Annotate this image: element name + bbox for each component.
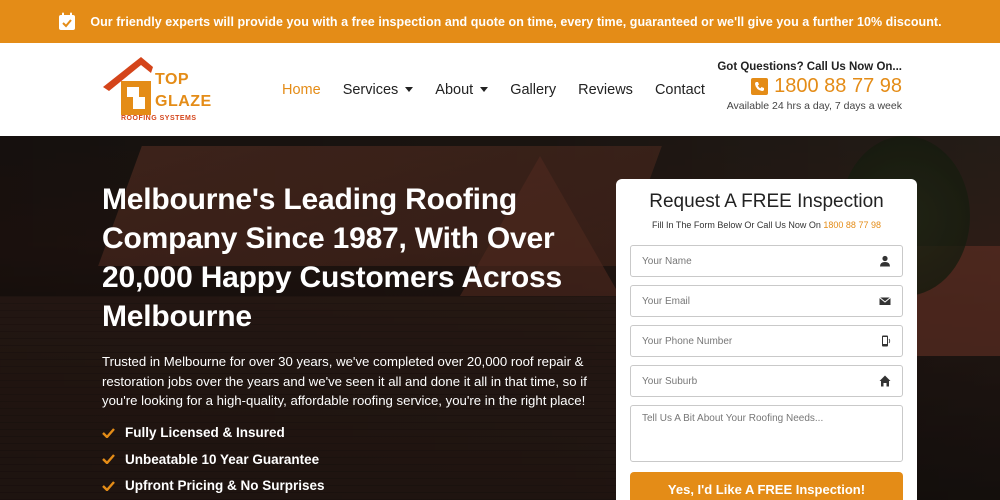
logo-text-glaze: GLAZE <box>155 93 212 110</box>
nav-label-about: About <box>435 81 474 98</box>
user-icon <box>880 255 890 267</box>
form-subtitle-phone[interactable]: 1800 88 77 98 <box>823 220 881 230</box>
phone-link[interactable]: 1800 88 77 98 <box>717 75 902 98</box>
check-icon <box>102 480 115 491</box>
announcement-text: Our friendly experts will provide you wi… <box>90 14 942 29</box>
name-field[interactable]: Your Name <box>630 245 903 277</box>
phone-field[interactable]: Your Phone Number <box>630 325 903 357</box>
inspection-request-form: Request A FREE Inspection Fill In The Fo… <box>616 179 917 500</box>
hero-content: Melbourne's Leading Roofing Company Sinc… <box>102 180 612 499</box>
check-item: Unbeatable 10 Year Guarantee <box>102 446 612 473</box>
nav-label-gallery: Gallery <box>510 81 557 98</box>
header-contact: Got Questions? Call Us Now On... 1800 88… <box>717 61 902 112</box>
availability-text: Available 24 hrs a day, 7 days a week <box>726 100 902 112</box>
check-item: Upfront Pricing & No Surprises <box>102 473 612 500</box>
nav-label-reviews: Reviews <box>578 81 633 98</box>
hero-title: Melbourne's Leading Roofing Company Sinc… <box>102 183 562 333</box>
form-subtitle-text: Fill In The Form Below Or Call Us Now On <box>652 220 821 230</box>
nav-label-contact: Contact <box>654 81 705 98</box>
phone-placeholder: Your Phone Number <box>642 335 733 347</box>
logo-text-top: TOP <box>155 71 190 88</box>
nav-item-gallery[interactable]: Gallery <box>510 82 556 98</box>
check-item: Fully Licensed & Insured <box>102 420 612 447</box>
email-placeholder: Your Email <box>642 295 690 307</box>
envelope-icon <box>879 297 891 305</box>
hero-paragraph: Trusted in Melbourne for over 30 years, … <box>102 354 587 408</box>
suburb-field[interactable]: Your Suburb <box>630 365 903 397</box>
chevron-down-icon <box>405 87 414 92</box>
check-label: Fully Licensed & Insured <box>125 425 285 441</box>
nav-label-home: Home <box>282 81 321 98</box>
top-announcement-bar: Our friendly experts will provide you wi… <box>0 0 1000 43</box>
top-glaze-logo[interactable]: TOP GLAZE ROOFING SYSTEMS <box>103 57 211 125</box>
check-label: Unbeatable 10 Year Guarantee <box>125 451 320 467</box>
phone-icon <box>751 78 769 95</box>
calendar-check-icon <box>58 12 76 31</box>
home-icon <box>879 375 891 387</box>
nav-item-services[interactable]: Services <box>343 82 414 98</box>
mobile-phone-icon <box>882 335 891 347</box>
form-title: Request A FREE Inspection <box>649 191 884 212</box>
nav-item-reviews[interactable]: Reviews <box>578 82 633 98</box>
suburb-placeholder: Your Suburb <box>642 375 698 387</box>
check-icon <box>102 427 115 438</box>
chevron-down-icon <box>480 87 489 92</box>
logo-text-roofing-systems: ROOFING SYSTEMS <box>121 115 197 122</box>
contact-question: Got Questions? Call Us Now On... <box>717 61 902 73</box>
site-header: TOP GLAZE ROOFING SYSTEMS Home Services … <box>0 43 1000 136</box>
nav-label-services: Services <box>342 81 399 98</box>
nav-item-about[interactable]: About <box>435 81 489 98</box>
submit-button[interactable]: Yes, I'd Like A FREE Inspection! <box>630 472 903 500</box>
main-nav: Home Services About Gallery Reviews Cont… <box>282 43 727 136</box>
email-field[interactable]: Your Email <box>630 285 903 317</box>
message-field[interactable]: Tell Us A Bit About Your Roofing Needs..… <box>630 405 903 462</box>
nav-item-contact[interactable]: Contact <box>655 82 705 98</box>
check-icon <box>102 454 115 465</box>
phone-number: 1800 88 77 98 <box>774 75 902 97</box>
hero-checklist: Fully Licensed & Insured Unbeatable 10 Y… <box>102 420 612 500</box>
name-placeholder: Your Name <box>642 255 692 267</box>
logo-roof-mark <box>103 57 153 115</box>
form-subtitle: Fill In The Form Below Or Call Us Now On… <box>630 220 903 230</box>
check-label: Upfront Pricing & No Surprises <box>125 478 325 494</box>
message-placeholder: Tell Us A Bit About Your Roofing Needs..… <box>642 413 824 424</box>
nav-item-home[interactable]: Home <box>282 82 321 98</box>
